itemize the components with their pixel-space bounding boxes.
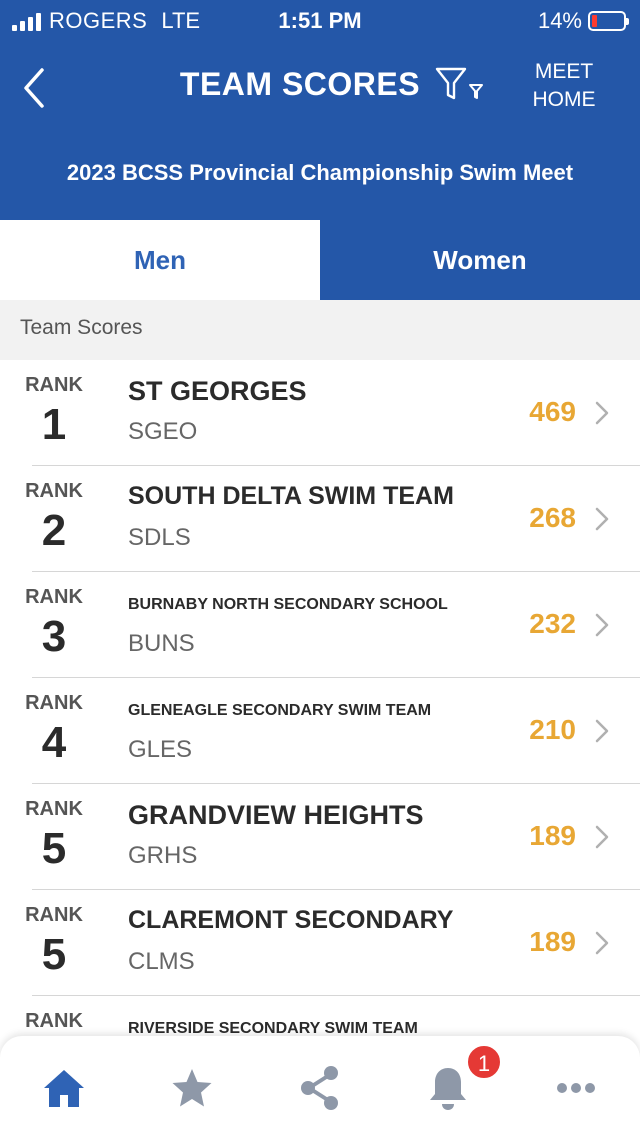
- rank-number: 5: [41, 824, 67, 873]
- team-abbreviation: BUNS: [128, 630, 195, 657]
- team-abbreviation: GLES: [128, 736, 193, 763]
- team-abbreviation: GRHS: [128, 842, 198, 869]
- team-score: 189: [529, 820, 576, 851]
- team-row[interactable]: RANK 5 GRANDVIEW HEIGHTS GRHS 189: [0, 784, 640, 890]
- nav-share[interactable]: [292, 1062, 348, 1114]
- nav-favorites[interactable]: [164, 1062, 220, 1114]
- chevron-right-icon: [595, 613, 609, 637]
- meet-home-button[interactable]: MEET HOME: [518, 58, 610, 114]
- rank-number: 3: [41, 612, 67, 661]
- rank-label: RANK: [25, 1010, 83, 1032]
- team-row[interactable]: RANK 1 ST GEORGES SGEO 469: [0, 360, 640, 466]
- status-bar: ROGERS LTE 1:51 PM 14%: [0, 0, 640, 40]
- meet-home-line1: MEET: [534, 60, 594, 83]
- meet-name: 2023 BCSS Provincial Championship Swim M…: [66, 160, 574, 185]
- team-row[interactable]: RANK 5 CLAREMONT SECONDARY CLMS 189: [0, 890, 640, 996]
- filter-icon[interactable]: [434, 64, 488, 104]
- meet-home-line2: HOME: [532, 88, 596, 111]
- section-header: Team Scores: [0, 300, 640, 360]
- team-row[interactable]: RANK 4 GLENEAGLE SECONDARY SWIM TEAM GLE…: [0, 678, 640, 784]
- team-name: GLENEAGLE SECONDARY SWIM TEAM: [128, 702, 432, 719]
- app-header: ROGERS LTE 1:51 PM 14% TEAM SCORES MEET …: [0, 0, 640, 220]
- team-abbreviation: SDLS: [128, 524, 191, 551]
- chevron-right-icon: [595, 401, 609, 425]
- bell-icon: [430, 1068, 466, 1110]
- chevron-right-icon: [595, 825, 609, 849]
- star-icon: [172, 1069, 212, 1107]
- chevron-right-icon: [595, 931, 609, 955]
- nav-home[interactable]: [36, 1062, 92, 1114]
- team-abbreviation: SGEO: [128, 418, 198, 445]
- gender-tabs: Men Women: [0, 220, 640, 300]
- rank-label: RANK: [25, 904, 83, 926]
- battery-percent: 14%: [537, 8, 582, 33]
- team-abbreviation: CLMS: [128, 948, 195, 975]
- chevron-right-icon: [595, 719, 609, 743]
- tab-women[interactable]: Women: [320, 220, 640, 300]
- rank-label: RANK: [25, 692, 83, 714]
- team-score: 469: [529, 396, 576, 427]
- page-title: TEAM SCORES: [179, 66, 421, 102]
- team-scores-list: RANK 1 ST GEORGES SGEO 469 RANK 2 SOUTH …: [0, 360, 640, 1102]
- notification-badge: 1: [466, 1044, 502, 1080]
- battery-icon: [588, 11, 629, 31]
- team-name: CLAREMONT SECONDARY: [128, 906, 454, 934]
- team-score: 232: [529, 608, 576, 639]
- rank-number: 5: [41, 930, 67, 979]
- team-name: ST GEORGES: [128, 376, 307, 406]
- rank-number: 2: [41, 506, 67, 555]
- team-name: BURNABY NORTH SECONDARY SCHOOL: [128, 596, 448, 613]
- team-score: 189: [529, 926, 576, 957]
- rank-label: RANK: [25, 586, 83, 608]
- rank-label: RANK: [25, 480, 83, 502]
- team-name: SOUTH DELTA SWIM TEAM: [128, 482, 454, 510]
- chevron-right-icon: [595, 507, 609, 531]
- bottom-nav: 1: [0, 1036, 640, 1136]
- share-icon: [301, 1066, 338, 1110]
- team-score: 210: [529, 714, 576, 745]
- tab-men[interactable]: Men: [0, 220, 320, 300]
- back-icon[interactable]: [18, 64, 58, 112]
- rank-number: 1: [41, 400, 67, 449]
- rank-label: RANK: [25, 798, 83, 820]
- rank-number: 4: [41, 718, 67, 767]
- team-name: GRANDVIEW HEIGHTS: [128, 800, 424, 830]
- team-row[interactable]: RANK 3 BURNABY NORTH SECONDARY SCHOOL BU…: [0, 572, 640, 678]
- nav-more[interactable]: [548, 1062, 604, 1114]
- more-icon: [557, 1083, 595, 1093]
- rank-label: RANK: [25, 374, 83, 396]
- home-icon: [44, 1070, 84, 1107]
- team-row[interactable]: RANK 2 SOUTH DELTA SWIM TEAM SDLS 268: [0, 466, 640, 572]
- team-score: 268: [529, 502, 576, 533]
